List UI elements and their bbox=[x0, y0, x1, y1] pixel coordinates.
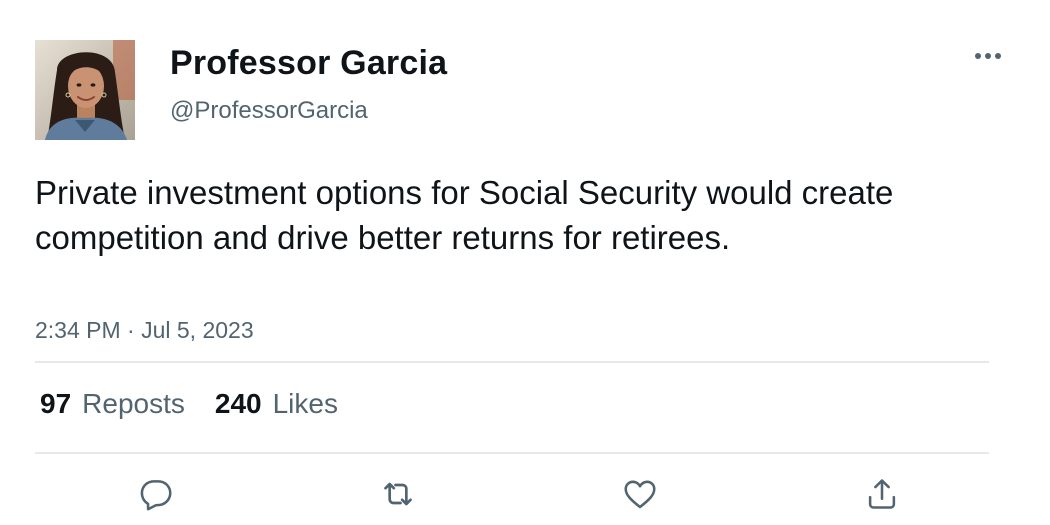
more-options-button[interactable] bbox=[966, 42, 1010, 70]
heart-icon bbox=[624, 480, 656, 509]
likes-label: Likes bbox=[272, 388, 338, 419]
profile-photo-icon bbox=[35, 40, 135, 140]
like-button[interactable] bbox=[620, 474, 660, 514]
reposts-stat[interactable]: 97 Reposts bbox=[40, 386, 185, 422]
repost-arrows-icon bbox=[384, 482, 412, 506]
share-upload-icon bbox=[868, 479, 896, 509]
avatar[interactable] bbox=[35, 40, 135, 140]
engagement-stats: 97 Reposts 240 Likes bbox=[40, 386, 368, 422]
user-handle[interactable]: @ProfessorGarcia bbox=[170, 96, 368, 126]
display-name[interactable]: Professor Garcia bbox=[170, 42, 447, 84]
tweet-card: Professor Garcia @ProfessorGarcia Privat… bbox=[0, 0, 1050, 525]
speech-bubble-icon bbox=[140, 480, 172, 511]
tweet-timestamp[interactable]: 2:34 PM · Jul 5, 2023 bbox=[35, 315, 254, 345]
likes-stat[interactable]: 240 Likes bbox=[215, 386, 338, 422]
reposts-label: Reposts bbox=[82, 388, 185, 419]
reply-button[interactable] bbox=[136, 474, 176, 514]
repost-button[interactable] bbox=[378, 474, 418, 514]
divider bbox=[35, 361, 989, 363]
more-dots-icon bbox=[975, 53, 1001, 59]
share-button[interactable] bbox=[862, 474, 902, 514]
likes-count: 240 bbox=[214, 388, 262, 419]
tweet-text: Private investment options for Social Se… bbox=[35, 174, 894, 256]
reposts-count: 97 bbox=[40, 388, 72, 419]
divider bbox=[35, 452, 989, 454]
